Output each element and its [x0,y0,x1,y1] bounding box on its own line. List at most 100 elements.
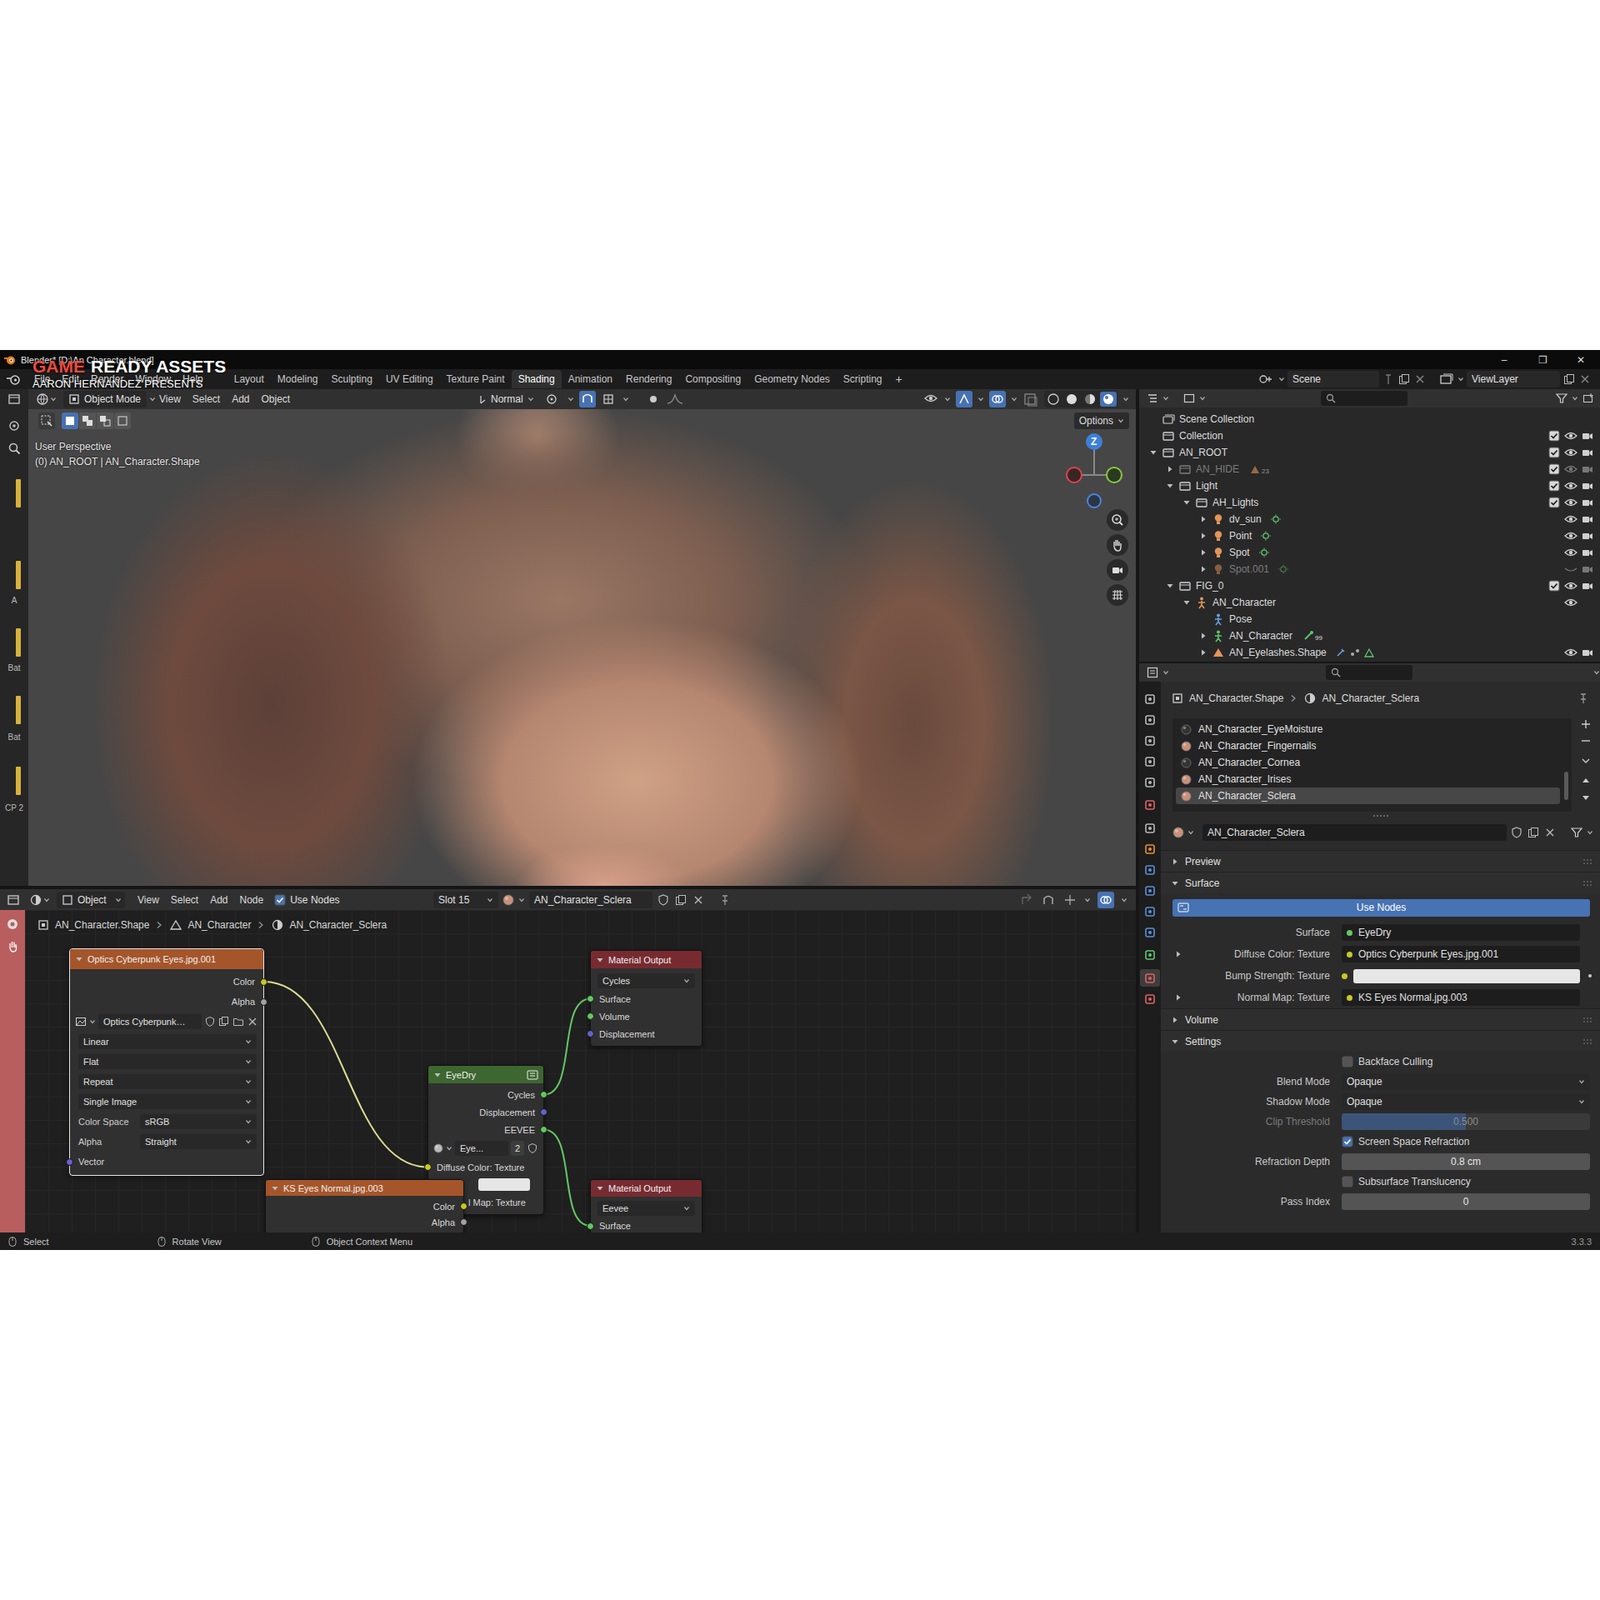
outliner-item-label[interactable]: AN_HIDE [1195,463,1240,475]
workspace-tab[interactable]: Scripting [836,370,890,389]
use-nodes-label[interactable]: Use Nodes [290,894,340,906]
node-title[interactable]: Optics Cyberpunk Eyes.jpg.001 [87,954,216,965]
disclosure-icon[interactable] [1178,498,1195,507]
menu-item[interactable]: Add [225,393,255,405]
outliner-item-label[interactable]: Collection [1179,430,1224,442]
property-tab[interactable] [1140,752,1160,770]
menu-item[interactable]: Help [176,373,210,385]
outliner-row[interactable]: FIG_0 [1139,577,1600,595]
option-value[interactable]: Straight [145,1136,177,1147]
menu-item[interactable]: Edit [55,373,85,385]
node-header[interactable]: EyeDry [428,1065,544,1084]
render-camera-icon[interactable] [1581,464,1594,475]
outliner-item-label[interactable]: dv_sun [1229,513,1262,525]
fake-user-icon[interactable] [656,893,670,907]
search-icon[interactable] [6,440,22,456]
input-socket[interactable] [586,995,595,1003]
view-layer-selector[interactable]: ViewLayer [1438,370,1592,388]
child-count[interactable]: 99 [1302,630,1323,642]
property-tab[interactable] [1140,794,1160,816]
node-link[interactable] [544,1130,591,1227]
snap-icon[interactable] [1040,892,1056,908]
expand-icon[interactable] [1172,950,1186,959]
editor-type-icon[interactable] [6,391,22,407]
property-tab[interactable] [1140,710,1160,729]
option-value[interactable]: Repeat [83,1076,113,1087]
pin-icon[interactable] [718,893,732,907]
property-tab[interactable] [1140,819,1160,837]
input-socket[interactable] [586,1012,595,1020]
visibility-icon[interactable] [924,393,940,405]
use-nodes-button[interactable]: Use Nodes [1172,899,1590,917]
select-tool-icon[interactable] [38,412,55,430]
snap-target-icon[interactable] [1062,892,1078,908]
checkbox-label[interactable]: Screen Space Refraction [1358,1135,1470,1148]
output-socket[interactable] [460,1218,468,1226]
drag-grip[interactable] [1583,1039,1592,1045]
outliner-row[interactable]: Collection [1139,427,1600,445]
render-camera-icon[interactable] [1581,580,1594,591]
add-workspace-button[interactable]: + [889,372,910,386]
duplicate-icon[interactable] [1397,372,1411,386]
outliner-row[interactable]: Pose [1139,610,1600,628]
snap-icon[interactable] [579,390,596,408]
image-field[interactable]: Optics Cyberpunk… [98,1014,202,1030]
render-camera-icon[interactable] [1581,564,1594,575]
resize-grip[interactable] [1373,815,1389,818]
pan-icon[interactable] [1106,534,1129,556]
list-scrollbar[interactable] [1564,771,1569,800]
eye-icon[interactable] [1564,430,1578,441]
outliner-item-label[interactable]: AN_Character [1212,596,1276,609]
property-tab[interactable] [1140,923,1160,941]
outliner-item-label[interactable]: AN_Character [1229,630,1293,642]
duplicate-icon[interactable] [674,893,688,907]
menu-item[interactable]: Node [234,894,270,906]
side-strip-label[interactable]: A [11,595,18,605]
outliner-item-label[interactable]: Scene Collection [1179,413,1255,425]
group-field[interactable]: Eye... [455,1140,509,1156]
outliner-row[interactable]: Spot.001 [1139,560,1600,578]
shader-node[interactable]: KS Eyes Normal.jpg.003ColorAlpha [265,1179,465,1233]
new-collection-icon[interactable] [1581,391,1595,405]
dropdown-field[interactable]: Opaque [1341,1073,1590,1090]
output-socket[interactable] [460,1202,468,1210]
shader-editor-icon[interactable] [28,892,44,908]
input-socket[interactable] [65,1158,74,1166]
outliner-row[interactable]: Scene Collection [1139,410,1600,428]
zoom-icon[interactable] [1106,509,1129,531]
option-value[interactable]: Linear [83,1036,110,1047]
options-dropdown[interactable]: Options [1074,412,1130,430]
panel-title[interactable]: Volume [1185,1014,1219,1026]
hand-icon[interactable] [5,938,20,954]
outliner-row[interactable]: AN_ROOT [1139,444,1600,461]
side-strip-label[interactable]: Bat [7,732,20,742]
node-group-icon[interactable] [526,1070,539,1080]
node-title[interactable]: Material Output [608,1183,671,1194]
node-header[interactable]: Optics Cyberpunk Eyes.jpg.001 [70,949,264,970]
menu-item[interactable]: Render [85,373,130,385]
solid-shading-icon[interactable] [1063,391,1080,407]
outliner-search[interactable] [1320,390,1408,406]
disclosure-icon[interactable] [1161,481,1179,490]
workspace-tab[interactable]: Texture Paint [440,370,512,389]
option-dropdown[interactable]: Flat [78,1054,257,1070]
number-field[interactable]: 0.8 cm [1341,1153,1590,1170]
render-camera-icon[interactable] [1581,514,1594,525]
link-value[interactable]: EyeDry [1358,926,1391,939]
properties-search[interactable] [1325,665,1413,680]
eye-icon[interactable] [1564,514,1578,525]
menu-item[interactable]: File [28,373,56,385]
menu-item[interactable]: Add [204,894,234,906]
open-file-icon[interactable] [232,1015,245,1028]
wireframe-shading-icon[interactable] [1045,391,1062,407]
material-field[interactable]: AN_Character_Sclera [529,891,653,909]
material-slot[interactable]: AN_Character_Sclera [1175,787,1560,805]
shader-node[interactable]: Material OutputEeveeSurface [590,1179,703,1233]
slot-label[interactable]: Slot 15 [438,894,470,906]
eye-icon[interactable] [1564,647,1578,658]
checkbox-row[interactable]: Backface Culling [1341,1055,1433,1068]
material-slot-label[interactable]: AN_Character_EyeMoisture [1198,723,1323,735]
option-value[interactable]: sRGB [145,1116,170,1127]
panel-title[interactable]: Surface [1185,877,1220,890]
view-layer-name[interactable]: ViewLayer [1471,373,1519,385]
